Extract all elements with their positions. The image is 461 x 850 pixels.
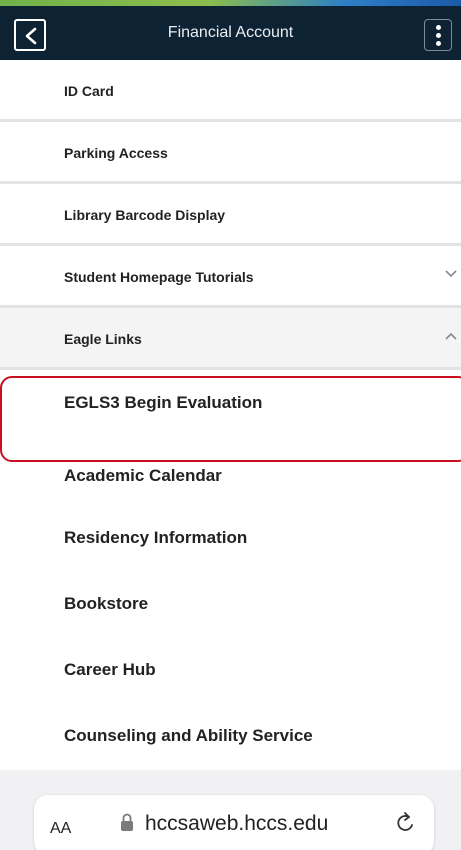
chevron-up-icon bbox=[445, 332, 457, 340]
link-career-hub[interactable]: Career Hub bbox=[0, 640, 461, 700]
reload-icon[interactable] bbox=[395, 811, 417, 835]
link-bookstore[interactable]: Bookstore bbox=[0, 574, 461, 634]
link-label: Academic Calendar bbox=[64, 466, 222, 485]
menu-item-label: Library Barcode Display bbox=[64, 207, 226, 223]
menu-item-id-card[interactable]: ID Card bbox=[0, 60, 461, 122]
link-residency-information[interactable]: Residency Information bbox=[0, 508, 461, 568]
more-vertical-icon bbox=[436, 25, 441, 30]
link-academic-calendar[interactable]: Academic Calendar bbox=[0, 446, 461, 506]
chevron-down-icon bbox=[445, 270, 457, 278]
link-label: Residency Information bbox=[64, 528, 248, 547]
page-title: Financial Account bbox=[167, 24, 294, 41]
menu-item-parking-access[interactable]: Parking Access bbox=[0, 122, 461, 184]
menu-item-eagle-links[interactable]: Eagle Links bbox=[0, 308, 461, 370]
menu-item-label: ID Card bbox=[64, 83, 114, 99]
more-options-button[interactable] bbox=[424, 19, 452, 51]
menu-item-label: Parking Access bbox=[64, 145, 168, 161]
link-label: Counseling and Ability Service bbox=[64, 726, 313, 745]
chevron-left-icon bbox=[25, 27, 37, 45]
app-header: Financial Account bbox=[0, 6, 461, 60]
text-size-button[interactable]: AA bbox=[50, 820, 71, 838]
link-counseling-ability-service[interactable]: Counseling and Ability Service bbox=[0, 706, 461, 766]
link-label: EGLS3 Begin Evaluation bbox=[64, 393, 263, 412]
menu-item-library-barcode[interactable]: Library Barcode Display bbox=[0, 184, 461, 246]
lock-icon bbox=[121, 813, 133, 831]
menu-item-label: Student Homepage Tutorials bbox=[64, 269, 254, 285]
link-label: Career Hub bbox=[64, 660, 156, 679]
link-label: Bookstore bbox=[64, 594, 149, 613]
url-text[interactable]: hccsaweb.hccs.edu bbox=[145, 812, 328, 836]
back-button[interactable] bbox=[14, 19, 46, 51]
menu-item-label: Eagle Links bbox=[64, 331, 142, 347]
menu-item-student-homepage-tutorials[interactable]: Student Homepage Tutorials bbox=[0, 246, 461, 308]
text-size-label: AA bbox=[50, 820, 72, 837]
link-egls3-begin-evaluation[interactable]: EGLS3 Begin Evaluation bbox=[0, 373, 461, 433]
